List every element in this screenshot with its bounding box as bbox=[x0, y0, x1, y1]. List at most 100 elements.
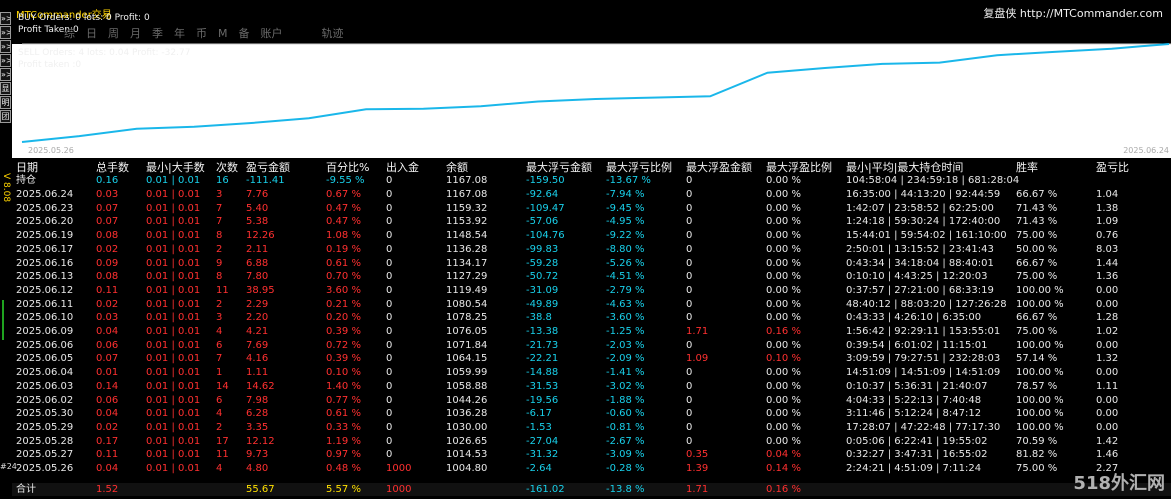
cell-mfpp: 0.00 % bbox=[766, 436, 801, 447]
tab-5[interactable]: 年 bbox=[174, 27, 185, 40]
cell-mfl: -14.88 bbox=[526, 367, 559, 378]
column-header: 次数 bbox=[216, 161, 238, 174]
cell-balance: 1119.49 bbox=[446, 285, 488, 296]
cell-ratio: 1.02 bbox=[1096, 326, 1119, 337]
tab-11[interactable]: 轨迹 bbox=[322, 27, 344, 40]
cell-win: 78.57 % bbox=[1016, 381, 1058, 392]
table-row: 2025.05.28 0.17 0.01 | 0.01 17 12.12 1.19 % 0 1… bbox=[12, 435, 1171, 448]
table-row: 2025.06.11 0.02 0.01 | 0.01 2 2.29 0.21 % 0 108… bbox=[12, 298, 1171, 311]
cell-mfp: 0 bbox=[686, 203, 693, 214]
cell-time: 3:11:46 | 5:12:24 | 8:47:12 bbox=[846, 408, 982, 419]
cell-date: 2025.06.17 bbox=[16, 244, 74, 255]
cell-deposit: 0 bbox=[386, 422, 393, 433]
tab-7[interactable]: M bbox=[218, 27, 228, 40]
cell-mfp: 0 bbox=[686, 340, 693, 351]
cell-mfl: -161.02 bbox=[526, 484, 565, 495]
cell-pnl: 1.11 bbox=[246, 367, 269, 378]
cell-win: 70.59 % bbox=[1016, 436, 1058, 447]
cell-deposit: 0 bbox=[386, 436, 393, 447]
cell-date: 2025.06.03 bbox=[16, 381, 74, 392]
cell-minmax: 0.01 | 0.01 bbox=[146, 216, 201, 227]
cell-count: 6 bbox=[216, 395, 223, 406]
cell-time: 0:10:10 | 4:43:25 | 12:20:03 bbox=[846, 271, 988, 282]
side-button-2[interactable]: »> bbox=[0, 40, 11, 53]
cell-win: 57.14 % bbox=[1016, 353, 1058, 364]
cell-balance: 1167.08 bbox=[446, 189, 488, 200]
cell-mfp: 1.09 bbox=[686, 353, 709, 364]
cell-minmax: 0.01 | 0.01 bbox=[146, 353, 201, 364]
tab-2[interactable]: 周 bbox=[108, 27, 119, 40]
tab-3[interactable]: 月 bbox=[130, 27, 141, 40]
cell-minmax: 0.01 | 0.01 bbox=[146, 326, 201, 337]
cell-pct: 1.08 % bbox=[326, 230, 361, 241]
cell-mfp: 0 bbox=[686, 436, 693, 447]
cell-mfl: -27.04 bbox=[526, 436, 559, 447]
side-button-4[interactable]: »> bbox=[0, 68, 11, 81]
cell-lots: 0.02 bbox=[96, 299, 119, 310]
cell-count: 3 bbox=[216, 189, 223, 200]
side-button-6[interactable]: 明 bbox=[0, 96, 11, 109]
tab-8[interactable]: 备 bbox=[239, 27, 250, 40]
sell-profit-taken: Profit taken :0 bbox=[18, 60, 82, 70]
cell-ratio: 8.03 bbox=[1096, 244, 1119, 255]
tab-9[interactable]: 账户 bbox=[261, 27, 283, 40]
cell-mfpp: 0.00 % bbox=[766, 244, 801, 255]
cell-deposit: 0 bbox=[386, 244, 393, 255]
cell-minmax: 0.01 | 0.01 bbox=[146, 422, 201, 433]
cell-minmax: 0.01 | 0.01 bbox=[146, 258, 201, 269]
cell-balance: 1136.28 bbox=[446, 244, 488, 255]
cell-pnl: 4.16 bbox=[246, 353, 269, 364]
cell-time: 0:32:27 | 3:47:31 | 16:55:02 bbox=[846, 449, 988, 460]
cell-mflp: -1.88 % bbox=[606, 395, 645, 406]
side-button-1[interactable]: »> bbox=[0, 26, 11, 39]
cell-mfl: -49.89 bbox=[526, 299, 559, 310]
cell-balance: 1134.17 bbox=[446, 258, 488, 269]
cell-ratio: 1.11 bbox=[1096, 381, 1119, 392]
cell-balance: 1014.53 bbox=[446, 449, 488, 460]
tab-4[interactable]: 季 bbox=[152, 27, 163, 40]
cell-win: 71.43 % bbox=[1016, 216, 1058, 227]
tab-0[interactable]: 综 bbox=[64, 27, 75, 40]
cell-mflp: -0.60 % bbox=[606, 408, 645, 419]
cell-lots: 0.07 bbox=[96, 203, 119, 214]
cell-minmax: 0.01 | 0.01 bbox=[146, 203, 201, 214]
cell-time: 3:09:59 | 79:27:51 | 232:28:03 bbox=[846, 353, 1001, 364]
cell-pct: 0.61 % bbox=[326, 408, 361, 419]
cell-win: 100.00 % bbox=[1016, 422, 1064, 433]
cell-mflp: -1.25 % bbox=[606, 326, 645, 337]
cell-minmax: 0.01 | 0.01 bbox=[146, 463, 201, 474]
cell-mfp: 0 bbox=[686, 244, 693, 255]
table-row: 2025.05.29 0.02 0.01 | 0.01 2 3.35 0.33 % 0 103… bbox=[12, 421, 1171, 434]
side-button-7[interactable]: 团 bbox=[0, 110, 11, 123]
cell-win: 100.00 % bbox=[1016, 408, 1064, 419]
cell-mflp: -4.63 % bbox=[606, 299, 645, 310]
tab-6[interactable]: 币 bbox=[196, 27, 207, 40]
side-button-3[interactable]: »> bbox=[0, 54, 11, 67]
cell-lots: 0.17 bbox=[96, 436, 119, 447]
cell-pnl: 6.88 bbox=[246, 258, 269, 269]
table-row: 2025.06.23 0.07 0.01 | 0.01 7 5.40 0.47 % 0 115… bbox=[12, 202, 1171, 215]
cell-mfpp: 0.00 % bbox=[766, 367, 801, 378]
cell-ratio: 1.38 bbox=[1096, 203, 1119, 214]
cell-pct: 0.19 % bbox=[326, 244, 361, 255]
cell-deposit: 0 bbox=[386, 367, 393, 378]
cell-mfp: 0 bbox=[686, 285, 693, 296]
side-button-5[interactable]: 显 bbox=[0, 82, 11, 95]
cell-minmax: 0.01 | 0.01 bbox=[146, 436, 201, 447]
cell-pct: 0.47 % bbox=[326, 203, 361, 214]
cell-pct: 0.21 % bbox=[326, 299, 361, 310]
cell-mfl: -21.73 bbox=[526, 340, 559, 351]
cell-ratio: 0.00 bbox=[1096, 285, 1119, 296]
column-header: 最大浮亏比例 bbox=[606, 161, 672, 174]
cell-pnl: 4.80 bbox=[246, 463, 269, 474]
cell-minmax: 0.01 | 0.01 bbox=[146, 175, 201, 186]
cell-ratio: 1.46 bbox=[1096, 449, 1119, 460]
tab-1[interactable]: 日 bbox=[86, 27, 97, 40]
cell-time: 1:24:18 | 59:30:24 | 172:40:00 bbox=[846, 216, 1001, 227]
cell-mfl: -31.09 bbox=[526, 285, 559, 296]
cell-pnl: 12.26 bbox=[246, 230, 275, 241]
cell-count: 11 bbox=[216, 449, 229, 460]
brand-link[interactable]: 复盘侠 http://MTCommander.com bbox=[983, 5, 1163, 21]
side-button-0[interactable]: »> bbox=[0, 12, 11, 25]
cell-pnl: 2.20 bbox=[246, 312, 269, 323]
